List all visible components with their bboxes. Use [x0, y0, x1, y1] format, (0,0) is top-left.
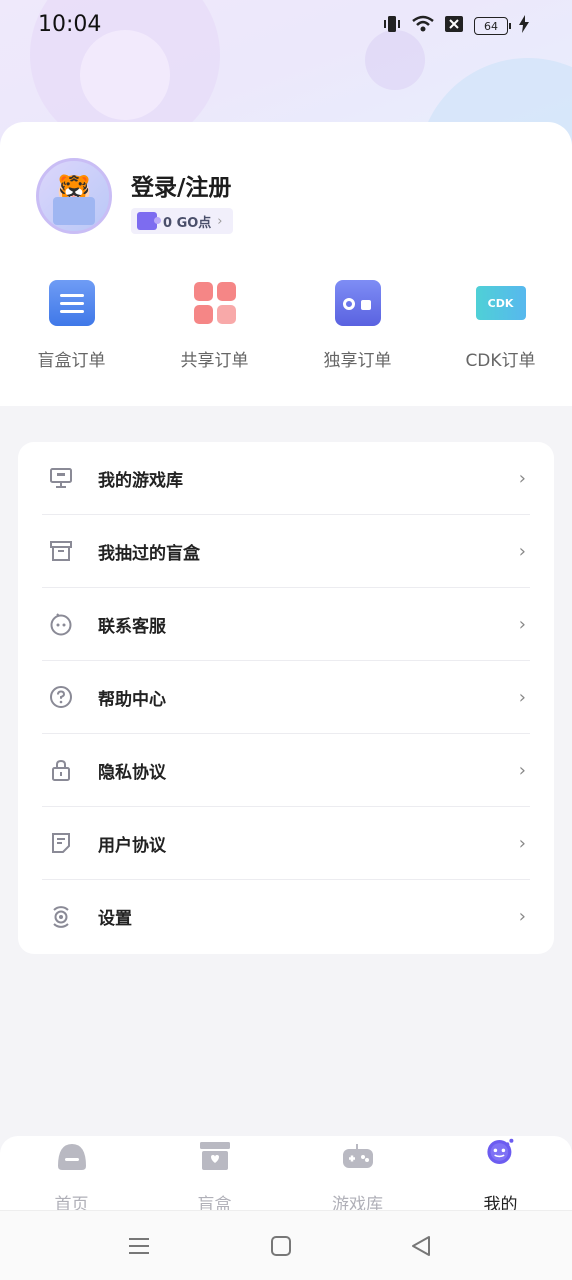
gift-box-icon: [53, 197, 95, 225]
monitor-icon: [48, 465, 74, 491]
battery-icon: 64: [474, 17, 511, 35]
chevron-right-icon: ›: [518, 467, 526, 489]
blind-box-icon: [199, 1140, 231, 1172]
menu-icon[interactable]: [128, 1235, 150, 1263]
menu-label: 帮助中心: [98, 689, 166, 710]
back-icon[interactable]: [410, 1235, 432, 1263]
menu-item-game-library[interactable]: 我的游戏库 ›: [42, 442, 530, 515]
points-badge[interactable]: 0 GO点 ›: [131, 208, 233, 234]
status-icons: 64: [382, 14, 530, 38]
lock-icon: [48, 757, 74, 783]
mascot-icon: [485, 1138, 517, 1172]
order-shared[interactable]: 共享订单: [143, 280, 286, 371]
order-cdk[interactable]: CDK CDK订单: [429, 280, 572, 371]
order-label: 共享订单: [180, 351, 249, 371]
chevron-right-icon: ›: [518, 832, 526, 854]
order-label: 盲盒订单: [37, 351, 106, 371]
chevron-right-icon: ›: [518, 906, 526, 927]
document-icon: [48, 830, 74, 856]
status-time: 10:04: [38, 12, 102, 37]
menu-label: 联系客服: [98, 616, 166, 637]
sim-blocked-icon: [444, 15, 464, 37]
menu-label: 用户协议: [98, 835, 166, 856]
chevron-right-icon: ›: [217, 213, 223, 229]
nav-blind-box[interactable]: 盲盒: [143, 1136, 286, 1215]
system-nav-bar: [0, 1210, 572, 1280]
profile-card: 🐯 登录/注册 0 GO点 › 盲盒订单 共享订单 独享订单 CDK CDK订单: [0, 122, 572, 406]
vibrate-icon: [382, 14, 402, 38]
menu-list: 我的游戏库 › 我抽过的盲盒 › 联系客服 › 帮助中心 › 隐私协议 › 用户…: [18, 442, 554, 954]
help-circle-icon: [48, 684, 74, 710]
menu-item-privacy-policy[interactable]: 隐私协议 ›: [42, 734, 530, 807]
menu-item-user-agreement[interactable]: 用户协议 ›: [42, 807, 530, 880]
order-label: 独享订单: [323, 351, 392, 371]
charging-icon: [518, 15, 530, 37]
chevron-right-icon: ›: [518, 613, 526, 635]
radio-icon: [334, 280, 381, 326]
grid-share-icon: [192, 280, 238, 326]
order-label: CDK订单: [465, 351, 536, 371]
menu-item-help-center[interactable]: 帮助中心 ›: [42, 661, 530, 734]
nav-home[interactable]: 首页: [0, 1136, 143, 1215]
home-icon: [56, 1140, 88, 1172]
ticket-cdk-icon: CDK: [475, 286, 526, 320]
points-label: 0 GO点: [163, 215, 212, 231]
order-blind-box[interactable]: 盲盒订单: [0, 280, 143, 371]
menu-label: 隐私协议: [98, 762, 166, 783]
menu-item-customer-service[interactable]: 联系客服 ›: [42, 588, 530, 661]
customer-service-icon: [48, 611, 74, 637]
status-bar: 10:04 64: [0, 0, 572, 50]
menu-item-drawn-boxes[interactable]: 我抽过的盲盒 ›: [42, 515, 530, 588]
nav-mine[interactable]: 我的: [429, 1136, 572, 1215]
bottom-nav: 首页 盲盒 游戏库 我的: [0, 1136, 572, 1215]
chevron-right-icon: ›: [518, 686, 526, 708]
archive-box-icon: [48, 538, 74, 564]
chevron-right-icon: ›: [518, 759, 526, 781]
menu-label: 我的游戏库: [98, 470, 183, 491]
chevron-right-icon: ›: [518, 540, 526, 562]
menu-item-settings[interactable]: 设置 ›: [42, 880, 530, 953]
menu-label: 我抽过的盲盒: [98, 543, 200, 564]
order-shortcuts: 盲盒订单 共享订单 独享订单 CDK CDK订单: [0, 280, 572, 371]
menu-label: 设置: [98, 909, 132, 929]
avatar[interactable]: 🐯: [36, 158, 112, 234]
gamepad-icon: [342, 1140, 374, 1172]
nav-game-library[interactable]: 游戏库: [286, 1136, 429, 1215]
settings-icon: [48, 904, 74, 930]
home-square-icon[interactable]: [270, 1235, 292, 1263]
login-register-link[interactable]: 登录/注册: [131, 168, 231, 202]
order-exclusive[interactable]: 独享订单: [286, 280, 429, 371]
clipboard-icon: [48, 280, 95, 326]
wifi-icon: [412, 15, 434, 37]
puzzle-icon: [137, 212, 161, 230]
